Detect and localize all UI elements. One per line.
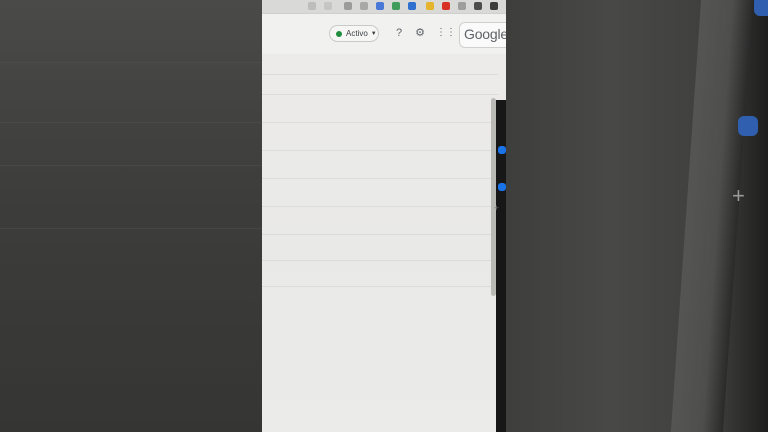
- status-label: Activo: [346, 29, 368, 38]
- meet-app-icon[interactable]: [498, 183, 506, 191]
- sidebar-icon[interactable]: [490, 2, 498, 10]
- hour-line: [262, 122, 498, 123]
- share-icon[interactable]: [308, 2, 316, 10]
- apps-grid-icon[interactable]: ⋮⋮: [436, 26, 456, 40]
- scrollbar[interactable]: [491, 98, 496, 296]
- gear-icon[interactable]: ⚙: [413, 26, 427, 40]
- extension-icon[interactable]: [426, 2, 434, 10]
- right-blurred-background: +: [506, 0, 768, 432]
- google-account-button[interactable]: Google: [459, 22, 506, 48]
- calendar-screen: Activo ▼ ? ⚙ ⋮⋮ Google +: [262, 0, 506, 432]
- blur-line: [0, 228, 262, 229]
- hour-line: [262, 150, 498, 151]
- help-icon[interactable]: ?: [392, 26, 406, 40]
- chevron-down-icon: ▼: [370, 30, 377, 37]
- extension-icon[interactable]: [376, 2, 384, 10]
- google-logo: Google: [464, 26, 506, 42]
- calendar-header: Activo ▼ ? ⚙ ⋮⋮ Google: [262, 14, 506, 54]
- calendar-app-icon[interactable]: [498, 146, 506, 154]
- hour-line: [262, 260, 498, 261]
- extension-icon[interactable]: [392, 2, 400, 10]
- blurred-blue-icon: [754, 0, 768, 16]
- extension-icon[interactable]: [442, 2, 450, 10]
- hour-line: [262, 74, 498, 75]
- blur-line: [0, 62, 262, 63]
- hour-line: [262, 206, 498, 207]
- extension-icon[interactable]: [458, 2, 466, 10]
- extension-icon[interactable]: [344, 2, 352, 10]
- extension-icon[interactable]: [360, 2, 368, 10]
- blur-line: [0, 122, 262, 123]
- left-blurred-background: [0, 0, 262, 432]
- blurred-blue-icon: [738, 116, 758, 136]
- hour-line: [262, 178, 498, 179]
- hour-line: [262, 286, 498, 287]
- calendar-grid[interactable]: [262, 54, 506, 432]
- hour-line: [262, 234, 498, 235]
- status-dot: [336, 30, 342, 37]
- browser-toolbar: [262, 0, 506, 14]
- hour-line: [262, 94, 498, 95]
- add-app-icon[interactable]: +: [494, 203, 499, 213]
- blurred-plus-icon: +: [732, 183, 745, 208]
- puzzle-icon[interactable]: [474, 2, 482, 10]
- star-icon[interactable]: [324, 2, 332, 10]
- blur-line: [0, 165, 262, 166]
- blur-band: [670, 0, 754, 432]
- extension-icon[interactable]: [408, 2, 416, 10]
- status-dropdown[interactable]: Activo ▼: [329, 25, 379, 42]
